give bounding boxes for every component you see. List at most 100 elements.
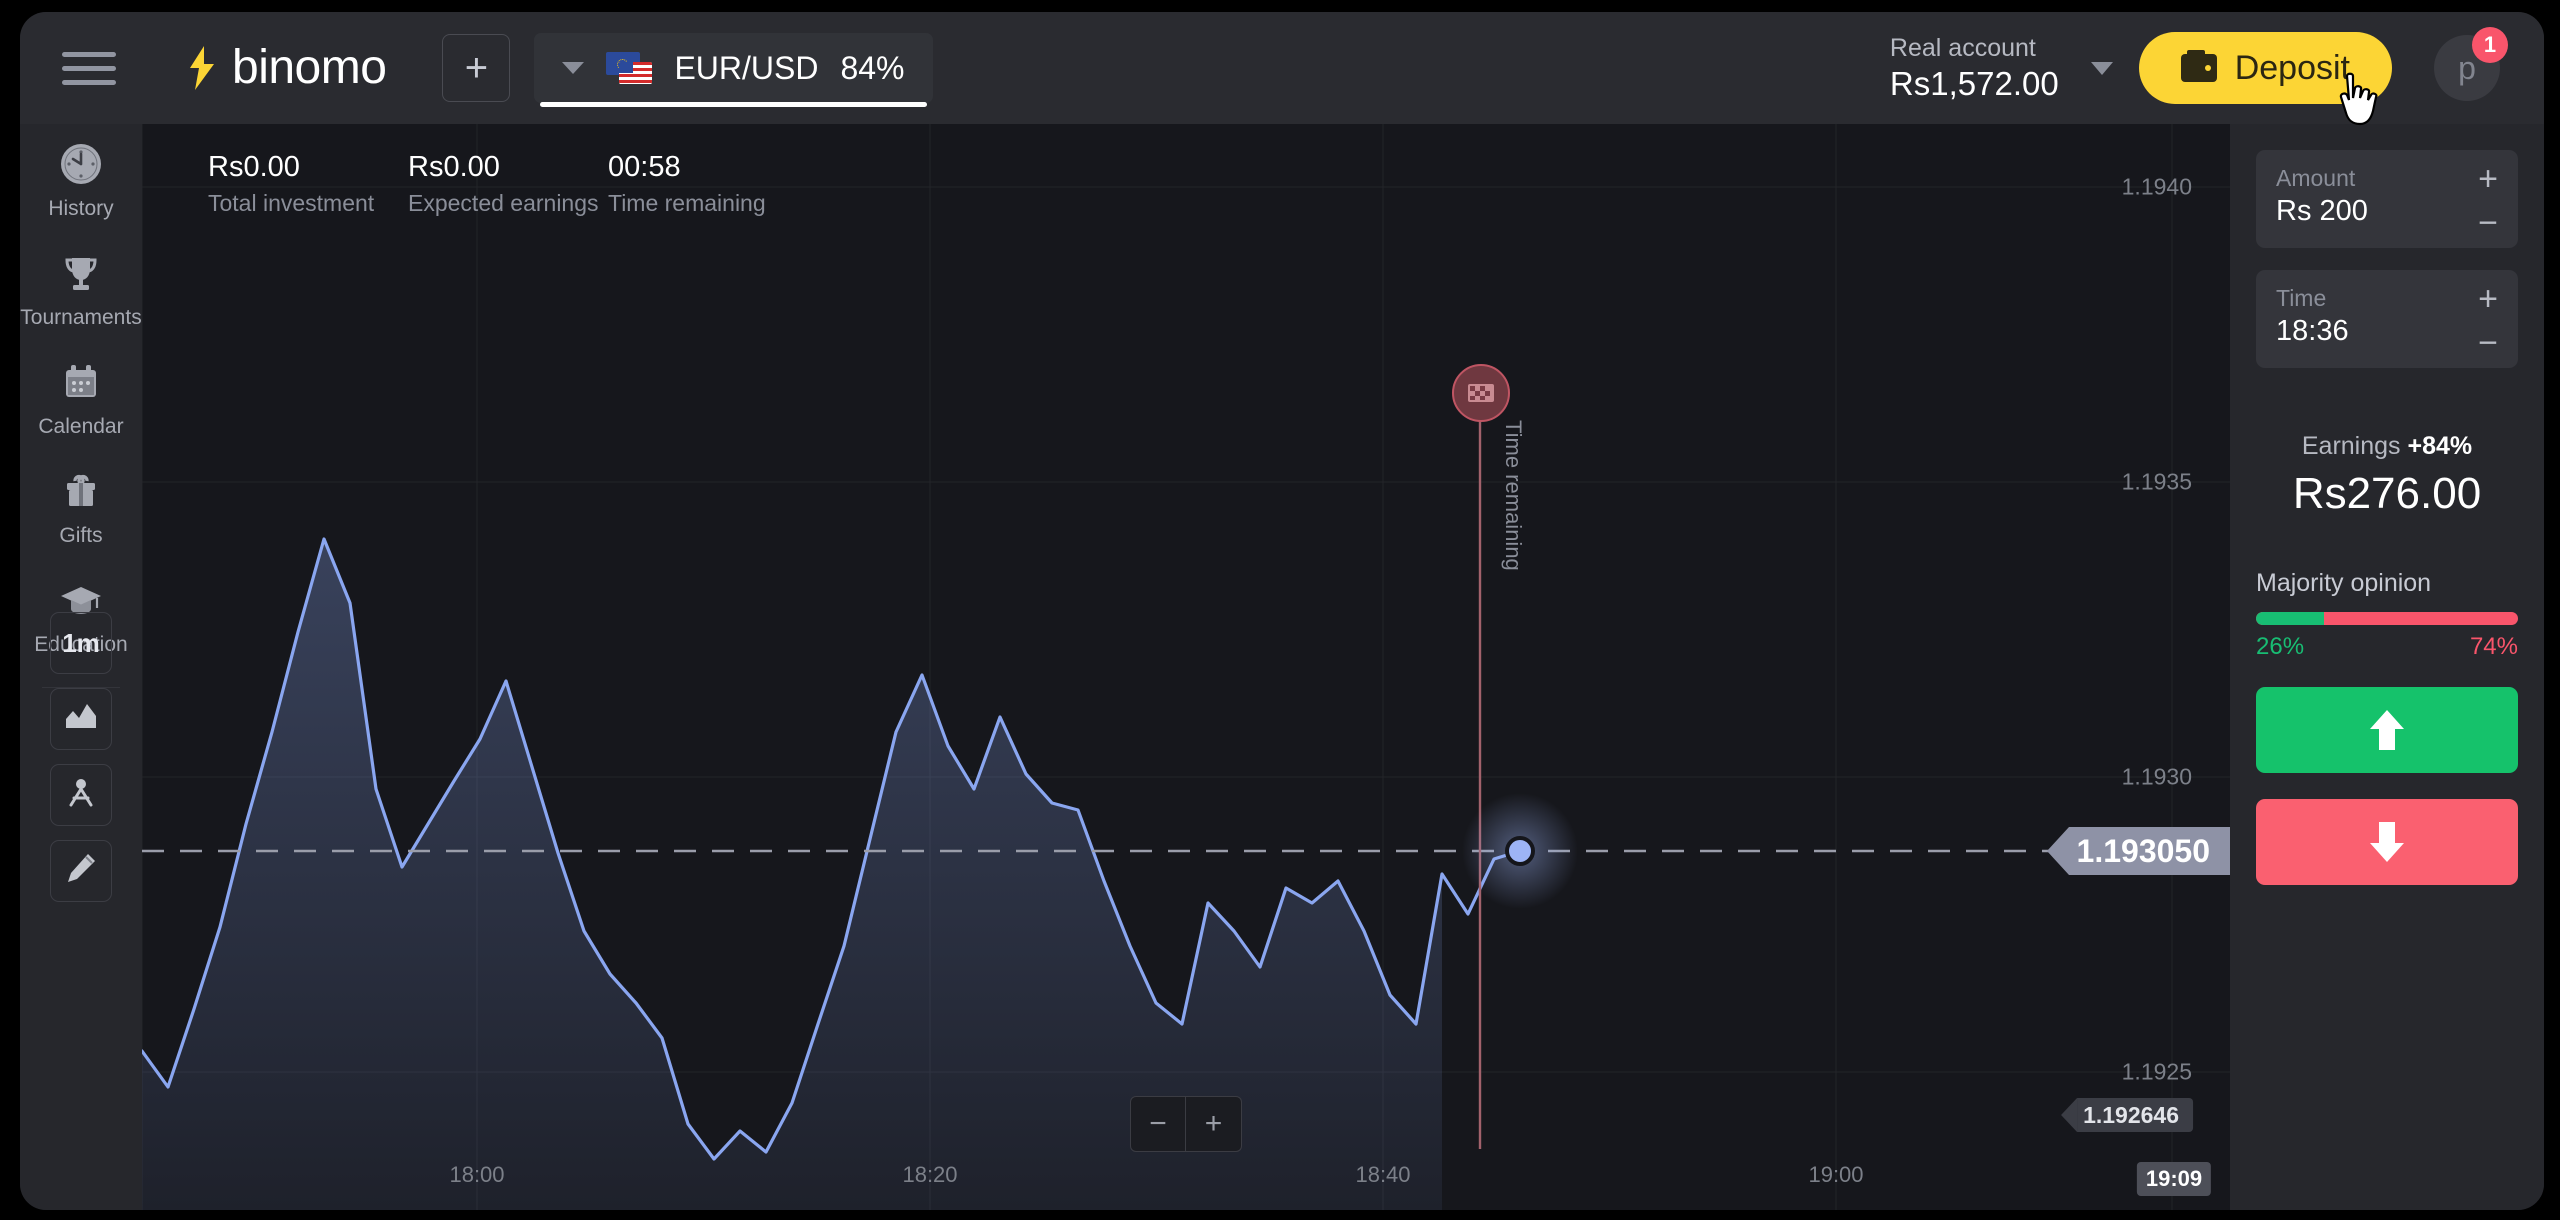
- chart-type-button[interactable]: [50, 688, 112, 750]
- time-label: Time: [2276, 285, 2327, 311]
- chart-zoom-controls: − +: [1130, 1096, 1242, 1152]
- stat-label: Time remaining: [608, 190, 766, 217]
- y-tick-label: 1.1925: [2121, 1058, 2192, 1085]
- price-badge-tip: [2046, 827, 2069, 875]
- stat-time-remaining: 00:58 Time remaining: [608, 148, 808, 219]
- earnings-amount: Rs276.00: [2292, 469, 2482, 518]
- notification-count: 1: [2483, 32, 2497, 57]
- y-tick-label: 1.1930: [2121, 763, 2192, 790]
- hamburger-menu-icon[interactable]: [62, 46, 116, 90]
- plus-icon: +: [1204, 1107, 1223, 1140]
- top-header: binomo + EUR/USD 84% Real account Rs1,57…: [20, 12, 2544, 124]
- wallet-clasp: [2204, 65, 2211, 71]
- deposit-label: Deposit: [2234, 48, 2350, 87]
- timeframe-button[interactable]: 1m: [50, 612, 112, 674]
- buy-up-button[interactable]: [2256, 687, 2518, 773]
- sidebar-item-gifts[interactable]: Gifts: [20, 451, 142, 560]
- amount-label: Amount: [2276, 165, 2356, 191]
- deposit-button[interactable]: Deposit: [2138, 32, 2392, 104]
- zoom-out-button[interactable]: −: [1130, 1096, 1186, 1152]
- chart-x-axis: 18:00 18:20 18:40 19:00 19:09: [142, 1162, 2230, 1196]
- trade-panel: Amount Rs 200 + − Time 18:36 + − Earning…: [2230, 124, 2544, 1210]
- open-price-badge: 1.192646: [2061, 1098, 2193, 1132]
- amount-increase-button[interactable]: +: [2478, 162, 2498, 196]
- majority-opinion-title: Majority opinion: [2256, 569, 2432, 597]
- sell-down-button[interactable]: [2256, 799, 2518, 885]
- price-chart[interactable]: Rs0.00 Total investment Rs0.00 Expected …: [142, 124, 2230, 1210]
- time-increase-button[interactable]: +: [2478, 282, 2498, 316]
- chevron-down-icon[interactable]: [562, 62, 585, 74]
- binomo-logo[interactable]: binomo: [182, 41, 387, 94]
- account-type-label: Real account: [1889, 33, 2036, 62]
- time-decrease-button[interactable]: −: [2478, 326, 2498, 360]
- stat-value: Rs0.00: [408, 151, 500, 183]
- majority-up-percent: 26%: [2256, 633, 2305, 660]
- avatar-initial: p: [2458, 49, 2476, 86]
- sidebar-item-label: Tournaments: [20, 306, 142, 329]
- sidebar-item-tournaments[interactable]: Tournaments: [20, 233, 142, 342]
- amount-decrease-button[interactable]: −: [2478, 206, 2498, 240]
- down-arrow-icon: [2370, 822, 2404, 862]
- hamburger-bar: [62, 79, 116, 85]
- stat-expected-earnings: Rs0.00 Expected earnings: [408, 148, 608, 219]
- clock-icon: [55, 138, 107, 190]
- asset-tab-eurusd[interactable]: EUR/USD 84%: [534, 33, 933, 107]
- flag-pair-icon: [606, 52, 653, 84]
- draw-button[interactable]: [50, 840, 112, 902]
- expiry-flag-icon[interactable]: [1452, 364, 1510, 422]
- plus-icon: +: [464, 45, 489, 90]
- us-flag-icon: [619, 62, 653, 84]
- y-tick-label: 1.1940: [2121, 173, 2192, 200]
- stat-label: Total investment: [208, 190, 375, 217]
- y-tick-label: 1.1935: [2121, 468, 2192, 495]
- wallet-icon: [2180, 50, 2217, 82]
- timeframe-label: 1m: [62, 627, 100, 658]
- account-chevron-down-icon[interactable]: [2090, 61, 2113, 75]
- gift-icon: [55, 465, 107, 517]
- current-price-value: 1.193050: [2068, 827, 2230, 875]
- hamburger-bar: [62, 51, 116, 57]
- minus-icon: −: [1149, 1107, 1167, 1140]
- amount-value[interactable]: Rs 200: [2276, 193, 2498, 231]
- current-price-badge: 1.193050: [2046, 827, 2230, 875]
- profile-avatar-wrap: p 1: [2434, 27, 2508, 101]
- notification-badge[interactable]: 1: [2472, 27, 2508, 63]
- x-tick-current-time: 19:09: [2136, 1162, 2212, 1196]
- x-tick-label: 18:00: [449, 1162, 505, 1187]
- up-arrow-icon: [2370, 710, 2404, 750]
- zoom-in-button[interactable]: +: [1186, 1096, 1242, 1152]
- sidebar-item-label: History: [48, 197, 114, 220]
- chart-stats-row: Rs0.00 Total investment Rs0.00 Expected …: [208, 148, 808, 219]
- sidebar-item-history[interactable]: History: [20, 124, 142, 233]
- chart-tool-stack: 1m: [50, 612, 112, 902]
- wallet-body: [2180, 54, 2217, 82]
- app-window: binomo + EUR/USD 84% Real account Rs1,57…: [20, 12, 2544, 1210]
- indicators-button[interactable]: [50, 764, 112, 826]
- app-root: binomo + EUR/USD 84% Real account Rs1,57…: [0, 0, 2560, 1220]
- x-tick-label: 18:40: [1355, 1162, 1411, 1187]
- header-right-cluster: Real account Rs1,572.00 Deposit p 1: [1890, 27, 2544, 104]
- trophy-icon: [55, 247, 107, 299]
- earnings-percent: +84%: [2407, 432, 2473, 460]
- earnings-line: Earnings +84%: [2256, 432, 2518, 461]
- calendar-icon: [55, 356, 107, 408]
- majority-opinion-bar: [2256, 612, 2518, 625]
- stat-label: Expected earnings: [408, 190, 599, 217]
- amount-field[interactable]: Amount Rs 200 + −: [2256, 150, 2518, 248]
- account-selector[interactable]: Real account Rs1,572.00: [1890, 33, 2059, 104]
- current-price-dot: [1505, 836, 1535, 866]
- stat-total-investment: Rs0.00 Total investment: [208, 148, 408, 219]
- draw-pencil-icon: [65, 852, 97, 891]
- sidebar-item-label: Gifts: [59, 524, 103, 547]
- x-tick-label: 19:00: [1808, 1162, 1864, 1187]
- time-value[interactable]: 18:36: [2276, 313, 2498, 351]
- left-sidebar: History Tournaments Calendar Gifts Educa…: [20, 124, 142, 1210]
- sidebar-item-calendar[interactable]: Calendar: [20, 342, 142, 451]
- time-field[interactable]: Time 18:36 + −: [2256, 270, 2518, 368]
- x-tick-label: 18:20: [902, 1162, 958, 1187]
- logo-text: binomo: [232, 41, 387, 94]
- majority-opinion-numbers: 26% 74%: [2256, 633, 2518, 661]
- add-asset-tab-button[interactable]: +: [442, 34, 511, 102]
- majority-down-percent: 74%: [2469, 633, 2518, 660]
- earnings-block: Earnings +84% Rs276.00: [2256, 432, 2518, 519]
